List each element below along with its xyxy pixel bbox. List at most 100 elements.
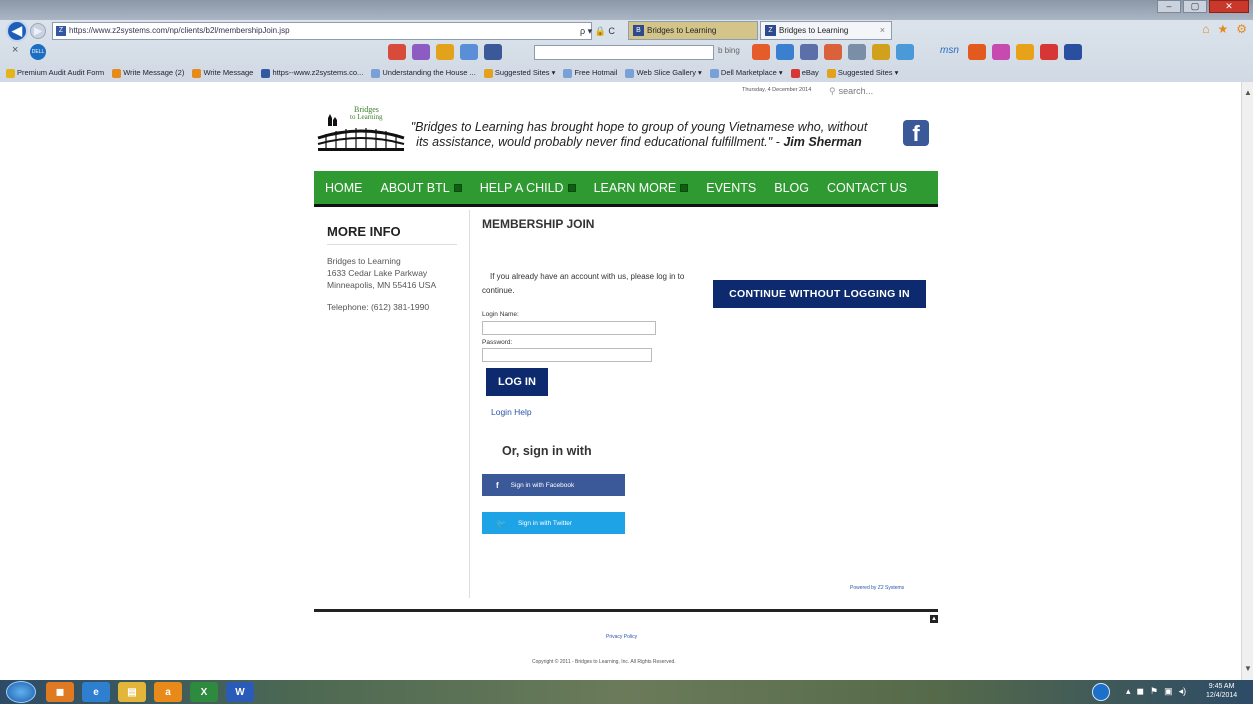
- password-input[interactable]: [482, 348, 652, 362]
- taskbar-explorer-icon[interactable]: ▤: [118, 682, 146, 702]
- toolbar-app-icon[interactable]: [436, 44, 454, 60]
- address-tools-icon[interactable]: ρ ▾ 🔒 C: [580, 22, 615, 40]
- login-note: If you already have an account with us, …: [482, 272, 685, 295]
- favorite-link[interactable]: Dell Marketplace ▾: [709, 64, 783, 82]
- sign-in-facebook-button[interactable]: f Sign in with Facebook: [482, 474, 625, 496]
- favorite-link[interactable]: Web Slice Gallery ▾: [625, 64, 702, 82]
- taskbar-word-icon[interactable]: W: [226, 682, 254, 702]
- favorites-star-icon[interactable]: ★: [1217, 22, 1228, 36]
- toolbar-app-icon[interactable]: [968, 44, 986, 60]
- sign-in-twitter-button[interactable]: 🐦 Sign in with Twitter: [482, 512, 625, 534]
- facebook-icon[interactable]: f: [903, 120, 929, 146]
- favorite-link[interactable]: Premium Audit Audit Form: [6, 64, 104, 82]
- taskbar-app-icon[interactable]: ◼: [46, 682, 74, 702]
- scroll-up-icon[interactable]: ▲: [1242, 88, 1253, 98]
- chat-icon[interactable]: [800, 44, 818, 60]
- maximize-button[interactable]: ▢: [1183, 0, 1207, 13]
- toolbar-app-icon[interactable]: [992, 44, 1010, 60]
- bing-icon[interactable]: b bing: [718, 46, 740, 55]
- taskbar-excel-icon[interactable]: X: [190, 682, 218, 702]
- tray-app-icon[interactable]: ◼: [1137, 686, 1144, 697]
- privacy-policy-link[interactable]: Privacy Policy: [606, 634, 637, 640]
- taskbar-amazon-icon[interactable]: a: [154, 682, 182, 702]
- sidebar-title: MORE INFO: [327, 224, 401, 239]
- page-icon: [371, 68, 381, 78]
- toolbar-app-icon[interactable]: [824, 44, 842, 60]
- nav-item-help-a-child[interactable]: HELP A CHILD: [480, 181, 576, 195]
- dell-logo-icon[interactable]: DELL: [30, 44, 46, 60]
- favorite-link[interactable]: Free Hotmail: [563, 64, 617, 82]
- close-window-button[interactable]: ✕: [1209, 0, 1249, 13]
- taskbar-ie-icon[interactable]: e: [82, 682, 110, 702]
- login-help-link[interactable]: Login Help: [491, 407, 532, 417]
- clock-time: 9:45 AM: [1208, 683, 1235, 690]
- favorite-link[interactable]: Suggested Sites ▾: [826, 64, 898, 82]
- facebook-button-label: Sign in with Facebook: [510, 481, 575, 489]
- powered-by-link[interactable]: Powered by Z2 Systems: [850, 585, 904, 591]
- scroll-down-icon[interactable]: ▼: [1242, 664, 1253, 674]
- or-signin-heading: Or, sign in with: [502, 444, 592, 458]
- toolbar-app-icon[interactable]: [872, 44, 890, 60]
- forward-button[interactable]: ▶: [30, 23, 46, 39]
- toolbar-app-icon[interactable]: [460, 44, 478, 60]
- volume-icon[interactable]: ◂): [1179, 686, 1187, 697]
- home-icon[interactable]: ⌂: [1202, 22, 1209, 36]
- toolbar-app-icon[interactable]: [896, 44, 914, 60]
- sidebar-city: Minneapolis, MN 55416 USA: [327, 280, 437, 290]
- tab-close-icon[interactable]: ×: [880, 22, 885, 39]
- tray-chevron-icon[interactable]: ▴: [1126, 686, 1131, 697]
- facebook-icon: f: [496, 480, 499, 490]
- browser-tab-1[interactable]: B Bridges to Learning: [628, 21, 758, 40]
- window-controls: – ▢ ✕: [1157, 0, 1249, 13]
- settings-gear-icon[interactable]: ⚙: [1236, 22, 1247, 36]
- favorite-link[interactable]: Suggested Sites ▾: [483, 64, 555, 82]
- nav-item-events[interactable]: EVENTS: [706, 181, 756, 195]
- twitter-button-label: Sign in with Twitter: [517, 519, 573, 527]
- address-bar[interactable]: Z https://www.z2systems.com/np/clients/b…: [52, 22, 592, 40]
- favorite-link[interactable]: Understanding the House ...: [371, 64, 476, 82]
- tray-app-icon[interactable]: [1092, 683, 1110, 701]
- toolbar-icons-far-right: [968, 44, 1082, 60]
- site-search-placeholder: search...: [838, 86, 874, 96]
- facebook-toolbar-icon[interactable]: [484, 44, 502, 60]
- nav-item-contact-us[interactable]: CONTACT US: [827, 181, 907, 195]
- toolbar-app-icon[interactable]: [848, 44, 866, 60]
- network-icon[interactable]: ▣: [1164, 686, 1173, 697]
- password-label: Password:: [482, 339, 513, 346]
- browser-tab-2-active[interactable]: Z Bridges to Learning ×: [760, 21, 892, 40]
- msn-icon[interactable]: msn: [940, 45, 959, 56]
- nav-item-learn-more[interactable]: LEARN MORE: [594, 181, 689, 195]
- action-center-flag-icon[interactable]: ⚑: [1150, 686, 1158, 697]
- toolbar-search-input[interactable]: [534, 45, 714, 60]
- like-icon[interactable]: [776, 44, 794, 60]
- continue-without-login-button[interactable]: CONTINUE WITHOUT LOGGING IN: [713, 280, 926, 308]
- back-to-top-icon[interactable]: ▲: [930, 615, 938, 623]
- nav-item-blog[interactable]: BLOG: [774, 181, 809, 195]
- toolbar-app-icon[interactable]: [1016, 44, 1034, 60]
- favorite-link[interactable]: Write Message (2): [112, 64, 184, 82]
- site-search-input[interactable]: ⚲ search...: [829, 86, 939, 97]
- page-scrollbar[interactable]: ▲ ▼: [1241, 82, 1253, 680]
- toolbar-app-icon[interactable]: [388, 44, 406, 60]
- tab-label: Bridges to Learning: [779, 26, 849, 35]
- toolbar-app-icon[interactable]: [1064, 44, 1082, 60]
- favorite-link[interactable]: https--www.z2systems.co...: [261, 64, 363, 82]
- toolbar-app-icon[interactable]: [752, 44, 770, 60]
- favorite-link[interactable]: Write Message: [192, 64, 253, 82]
- nav-item-about-btl[interactable]: ABOUT BTL: [381, 181, 462, 195]
- toolbar-icons-right: [752, 44, 914, 60]
- toolbar-app-icon[interactable]: [412, 44, 430, 60]
- taskbar-clock[interactable]: 9:45 AM 12/4/2014: [1206, 682, 1237, 700]
- favorite-link[interactable]: eBay: [790, 64, 819, 82]
- back-button[interactable]: ◀: [6, 20, 28, 42]
- close-toolbar-icon[interactable]: ×: [12, 44, 18, 56]
- toolbar-app-icon[interactable]: [1040, 44, 1058, 60]
- address-tools[interactable]: ρ ▾ 🔒 C: [580, 22, 615, 40]
- minimize-button[interactable]: –: [1157, 0, 1181, 13]
- bridges-to-learning-logo[interactable]: Bridges to Learning: [316, 104, 406, 160]
- sidebar-phone: Telephone: (612) 381-1990: [327, 302, 430, 312]
- start-button[interactable]: [6, 681, 36, 703]
- nav-item-home[interactable]: HOME: [325, 181, 363, 195]
- login-button[interactable]: LOG IN: [486, 368, 548, 396]
- login-name-input[interactable]: [482, 321, 656, 335]
